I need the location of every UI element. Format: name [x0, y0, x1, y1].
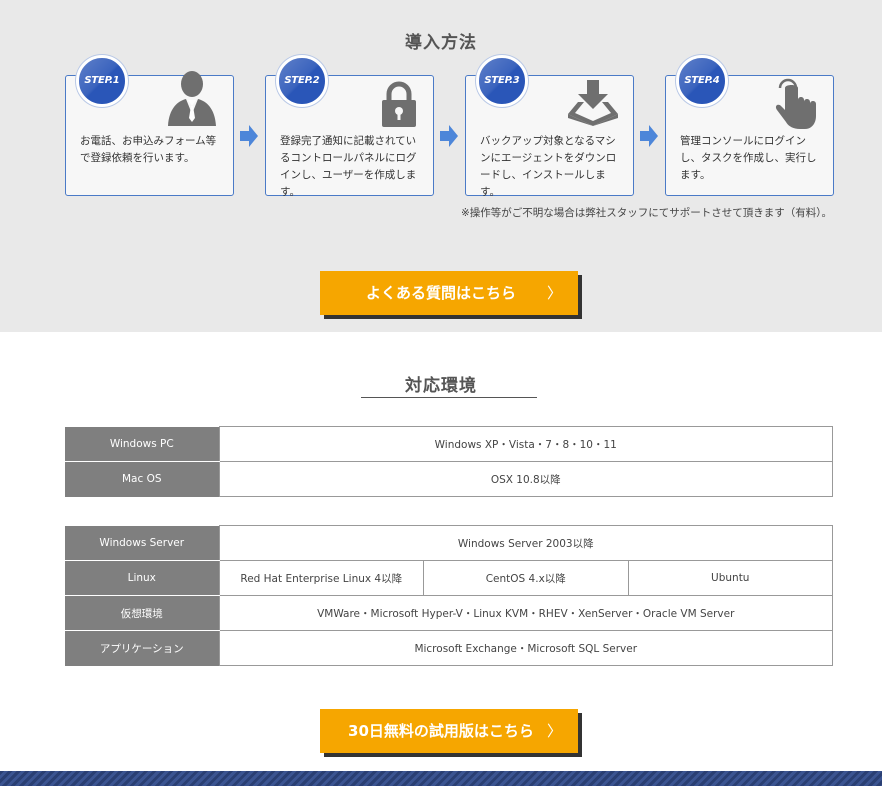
table-row: Windows Server Windows Server 2003以降	[65, 525, 833, 561]
client-os-table: Windows PC Windows XP・Vista・7・8・10・11 Ma…	[65, 426, 833, 497]
title-underline	[361, 397, 537, 398]
person-icon	[168, 71, 216, 126]
step-badge-2: STEP.2	[276, 55, 328, 107]
free-trial-button[interactable]: 30日無料の試用版はこちら 〉	[320, 709, 578, 753]
hand-pointer-icon	[775, 78, 816, 129]
footer-band	[0, 771, 882, 786]
row-label-virtual: 仮想環境	[65, 595, 219, 631]
table-row: アプリケーション Microsoft Exchange・Microsoft SQ…	[65, 630, 833, 666]
faq-button[interactable]: よくある質問はこちら 〉	[320, 271, 578, 315]
step-text-2: 登録完了通知に記載されているコントロールパネルにログインし、ユーザーを作成します…	[280, 135, 417, 198]
table-row: 仮想環境 VMWare・Microsoft Hyper-V・Linux KVM・…	[65, 595, 833, 631]
step-text-4: 管理コンソールにログインし、タスクを作成し、実行します。	[680, 135, 817, 181]
row-value-application: Microsoft Exchange・Microsoft SQL Server	[218, 630, 833, 666]
row-label-application: アプリケーション	[65, 630, 219, 666]
step-text-1: お電話、お申込みフォーム等で登録依頼を行います。	[80, 135, 217, 164]
table-row: Linux Red Hat Enterprise Linux 4以降 CentO…	[65, 560, 833, 596]
row-value-virtual: VMWare・Microsoft Hyper-V・Linux KVM・RHEV・…	[218, 595, 833, 631]
row-value-mac-os: OSX 10.8以降	[218, 461, 833, 497]
row-value-linux-centos: CentOS 4.x以降	[423, 560, 629, 596]
row-value-windows-pc: Windows XP・Vista・7・8・10・11	[218, 426, 833, 462]
table-row: Mac OS OSX 10.8以降	[65, 461, 833, 497]
intro-title: 導入方法	[405, 33, 477, 53]
row-label-windows-pc: Windows PC	[65, 426, 219, 462]
download-icon	[568, 80, 618, 126]
row-value-windows-server: Windows Server 2003以降	[218, 525, 833, 561]
lock-icon	[382, 81, 416, 127]
step-badge-1: STEP.1	[76, 55, 128, 107]
server-table: Windows Server Windows Server 2003以降 Lin…	[65, 525, 833, 666]
chevron-right-icon: 〉	[546, 722, 562, 740]
row-value-linux-ubuntu: Ubuntu	[627, 560, 833, 596]
intro-section: 導入方法 お電話、お申込みフォーム等で登録依頼を行います。 STEP.1 登録完…	[0, 0, 882, 332]
free-trial-button-label: 30日無料の試用版はこちら	[348, 722, 534, 740]
step-badge-4: STEP.4	[676, 55, 728, 107]
faq-button-label: よくある質問はこちら	[365, 284, 516, 302]
table-row: Windows PC Windows XP・Vista・7・8・10・11	[65, 426, 833, 462]
environment-title: 対応環境	[405, 376, 477, 396]
arrow-right-icon	[440, 125, 458, 147]
arrow-right-icon	[240, 125, 258, 147]
row-label-windows-server: Windows Server	[65, 525, 219, 561]
arrow-right-icon	[640, 125, 658, 147]
step-badge-3: STEP.3	[476, 55, 528, 107]
step-text-3: バックアップ対象となるマシンにエージェントをダウンロードし、インストールします。	[480, 135, 617, 198]
support-note: ※操作等がご不明な場合は弊社スタッフにてサポートさせて頂きます（有料）。	[460, 207, 832, 219]
row-value-linux-rhel: Red Hat Enterprise Linux 4以降	[218, 560, 424, 596]
chevron-right-icon: 〉	[546, 284, 562, 302]
row-label-mac-os: Mac OS	[65, 461, 219, 497]
row-label-linux: Linux	[65, 560, 219, 596]
